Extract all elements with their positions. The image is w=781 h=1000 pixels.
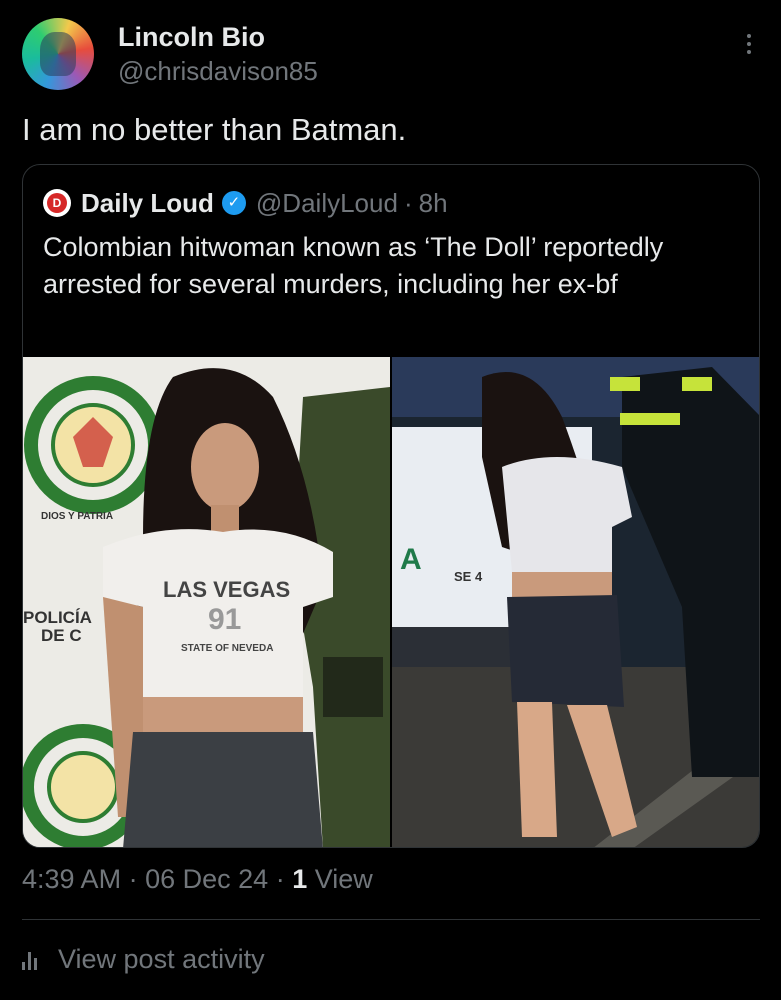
quoted-post-header: D Daily Loud ✓ @DailyLoud · 8h (43, 187, 448, 219)
author-avatar[interactable] (22, 18, 94, 90)
view-post-activity-button[interactable]: View post activity (22, 944, 265, 975)
author-display-name[interactable]: Lincoln Bio (118, 22, 265, 53)
verified-check-icon: ✓ (221, 191, 246, 215)
quoted-post-media[interactable]: DIOS Y PATRIA POLICÍA DE C LAS VEGAS 91 (23, 357, 759, 847)
wall-text-de: DE C (41, 626, 82, 645)
post-header: Lincoln Bio @chrisdavison85 (22, 18, 762, 94)
quoted-author-avatar[interactable]: D (43, 189, 71, 217)
media-image-right[interactable]: A SE 4 (392, 357, 759, 847)
car-text-a: A (400, 543, 422, 576)
quoted-author-name[interactable]: Daily Loud (81, 188, 214, 219)
post-date[interactable]: 06 Dec 24 (145, 864, 268, 894)
author-handle[interactable]: @chrisdavison85 (118, 56, 318, 87)
quoted-post-text: Colombian hitwoman known as ‘The Doll’ r… (43, 232, 664, 299)
view-post-activity-label: View post activity (58, 944, 265, 974)
meta-separator: · (275, 864, 285, 894)
quoted-post[interactable]: D Daily Loud ✓ @DailyLoud · 8h Colombian… (22, 164, 760, 848)
views-label: View (314, 864, 373, 894)
quoted-avatar-letter: D (47, 193, 67, 213)
post-time[interactable]: 4:39 AM (22, 864, 121, 894)
media-image-left[interactable]: DIOS Y PATRIA POLICÍA DE C LAS VEGAS 91 (23, 357, 390, 847)
divider (22, 919, 760, 920)
quoted-author-handle[interactable]: @DailyLoud (256, 188, 398, 219)
wall-text-policia: POLICÍA (23, 608, 92, 627)
quoted-post-time[interactable]: 8h (419, 188, 448, 219)
arrest-photo-right: A SE 4 (392, 357, 759, 847)
analytics-icon (22, 950, 42, 970)
shirt-text-state: STATE OF NEVEDA (181, 643, 273, 654)
post-meta: 4:39 AM · 06 Dec 24 · 1 View (22, 864, 373, 895)
meta-separator: · (128, 864, 138, 894)
views-count: 1 (292, 864, 308, 894)
car-text-se: SE 4 (454, 569, 483, 584)
shirt-text-91: 91 (208, 603, 241, 636)
separator-dot: · (403, 187, 413, 218)
arrest-photo-left: DIOS Y PATRIA POLICÍA DE C LAS VEGAS 91 (23, 357, 390, 847)
shirt-text-las-vegas: LAS VEGAS (163, 577, 290, 602)
seal-caption: DIOS Y PATRIA (41, 511, 113, 522)
more-vertical-icon[interactable] (744, 34, 754, 62)
post-text: I am no better than Batman. (22, 112, 407, 147)
